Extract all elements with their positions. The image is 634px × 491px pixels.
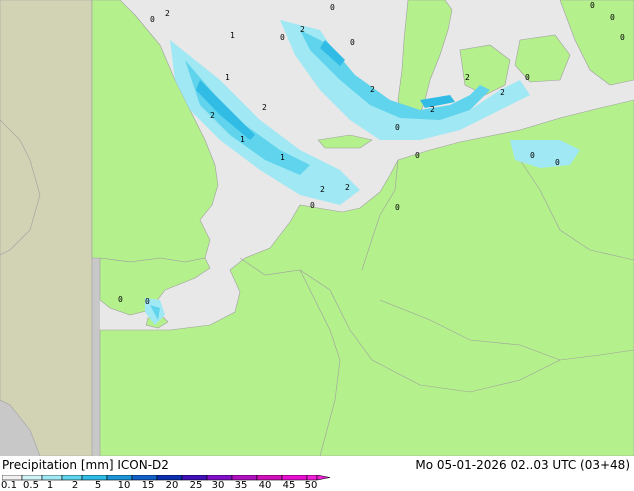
precip-label: 0 [530,151,535,160]
map-footer: Precipitation [mm] ICON-D2 Mo 05-01-2026… [0,456,634,491]
precip-label: 1 [225,73,230,82]
precip-label: 2 [430,105,435,114]
precip-label: 0 [310,201,315,210]
colorbar-tick-label: 2 [71,480,79,491]
colorbar-tick-label: 10 [117,480,131,491]
colorbar-tick-label: 1 [46,480,54,491]
colorbar-tick-label: 25 [189,480,203,491]
precip-label: 0 [145,297,150,306]
map-canvas: 0 2 1 1 2 2 1 1 2 0 2 2 0 0 0 2 0 2 2 2 … [0,0,634,456]
precip-label: 0 [118,295,123,304]
precip-label: 2 [300,25,305,34]
product-title: Precipitation [mm] ICON-D2 [2,458,169,472]
precip-label: 0 [415,151,420,160]
colorbar-tick-label: 20 [165,480,179,491]
precip-label: 0 [330,3,335,12]
precip-label: 1 [280,153,285,162]
precip-label: 2 [370,85,375,94]
colorbar-tick-label: 30 [211,480,225,491]
precip-label: 1 [240,135,245,144]
precip-label: 0 [525,73,530,82]
precip-label: 0 [150,15,155,24]
precip-label: 2 [465,73,470,82]
colorbar-tick-label: 5 [94,480,102,491]
valid-time: Mo 05-01-2026 02..03 UTC (03+48) [415,458,630,472]
england-land-outside-domain [0,0,93,456]
precip-label: 2 [500,88,505,97]
precip-label: 2 [345,183,350,192]
precip-label: 0 [620,33,625,42]
colorbar-tick-label: 50 [304,480,318,491]
colorbar-arrow [316,475,331,481]
precip-label: 0 [610,13,615,22]
colorbar-tick-label: 35 [234,480,248,491]
colorbar-tick-label: 0.1 [1,480,17,491]
precip-label: 2 [320,185,325,194]
precip-label: 0 [395,203,400,212]
precip-label: 0 [395,123,400,132]
colorbar-tick-label: 0.5 [23,480,39,491]
colorbar-tick-label: 15 [141,480,155,491]
precip-label: 1 [230,31,235,40]
colorbar-tick-label: 40 [258,480,272,491]
precip-label: 0 [555,158,560,167]
precip-label: 2 [210,111,215,120]
precipitation-map: 0 2 1 1 2 2 1 1 2 0 2 2 0 0 0 2 0 2 2 2 … [0,0,634,456]
colorbar-tick-label: 45 [282,480,296,491]
precip-label: 2 [165,9,170,18]
precip-label: 0 [280,33,285,42]
precip-label: 0 [350,38,355,47]
precip-label: 0 [590,1,595,10]
precip-label: 2 [262,103,267,112]
